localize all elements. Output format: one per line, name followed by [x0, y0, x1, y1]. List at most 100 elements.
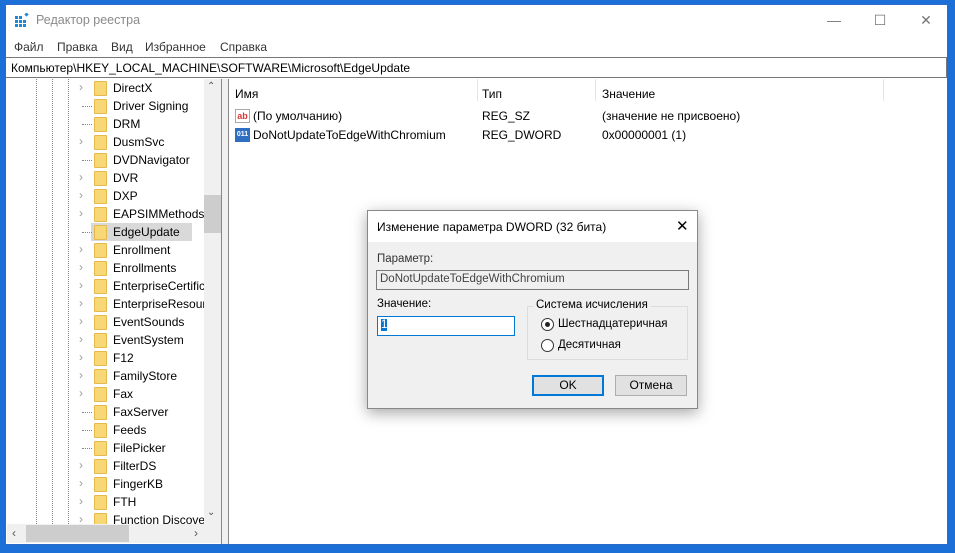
- folder-icon: [94, 99, 107, 114]
- tree-item[interactable]: › Fax: [7, 385, 207, 403]
- expand-chevron-icon[interactable]: ›: [79, 332, 83, 346]
- tree-item[interactable]: › Enrollments: [7, 259, 207, 277]
- tree-item[interactable]: FaxServer: [7, 403, 207, 421]
- expand-chevron-icon[interactable]: ›: [79, 296, 83, 310]
- decimal-radio[interactable]: [541, 339, 554, 352]
- tree-item-label: Feeds: [113, 423, 147, 437]
- tree-item[interactable]: › FingerKB: [7, 475, 207, 493]
- hscroll-thumb[interactable]: [26, 525, 129, 542]
- tree-item[interactable]: › FamilyStore: [7, 367, 207, 385]
- title-bar: Редактор реестра — ☐ ✕: [6, 5, 947, 35]
- tree-item-label: EdgeUpdate: [113, 225, 180, 239]
- expand-chevron-icon[interactable]: ›: [79, 386, 83, 400]
- minimize-button[interactable]: —: [811, 5, 857, 35]
- tree-item-label: EnterpriseCertific: [113, 279, 206, 293]
- close-button[interactable]: ✕: [903, 5, 949, 35]
- tree-item-label: DXP: [113, 189, 138, 203]
- tree-item[interactable]: › EAPSIMMethods: [7, 205, 207, 223]
- column-header-name[interactable]: Имя: [235, 87, 258, 101]
- tree-item-label: DVR: [113, 171, 139, 185]
- value-name: DoNotUpdateToEdgeWithChromium: [253, 128, 446, 142]
- tree-item[interactable]: Driver Signing: [7, 97, 207, 115]
- folder-icon: [94, 477, 107, 492]
- expand-chevron-icon[interactable]: ›: [79, 350, 83, 364]
- scroll-thumb[interactable]: [204, 195, 221, 233]
- tree-item[interactable]: DVDNavigator: [7, 151, 207, 169]
- tree-item[interactable]: › EnterpriseResourc: [7, 295, 212, 313]
- hex-radio-label[interactable]: Шестнадцатеричная: [558, 318, 667, 330]
- expand-chevron-icon[interactable]: ›: [79, 278, 83, 292]
- tree-item[interactable]: › DirectX: [7, 79, 207, 97]
- value-label: Значение:: [377, 298, 432, 310]
- tree-item-label: DirectX: [113, 81, 153, 95]
- folder-icon: [94, 117, 107, 132]
- parameter-name-field: DoNotUpdateToEdgeWithChromium: [376, 270, 689, 290]
- value-row[interactable]: ab (По умолчанию) REG_SZ (значение не пр…: [229, 107, 929, 126]
- tree-item[interactable]: › DXP: [7, 187, 207, 205]
- expand-chevron-icon[interactable]: ›: [79, 476, 83, 490]
- scroll-right-arrow-icon[interactable]: ›: [194, 526, 198, 540]
- ok-button[interactable]: OK: [532, 375, 604, 396]
- value-input[interactable]: 1: [377, 316, 515, 336]
- tree-item[interactable]: Feeds: [7, 421, 207, 439]
- value-type: REG_SZ: [482, 109, 531, 123]
- tree-item[interactable]: › EventSystem: [7, 331, 207, 349]
- tree-item-label: EnterpriseResourc: [113, 297, 213, 311]
- tree-item[interactable]: › Enrollment: [7, 241, 207, 259]
- folder-icon: [94, 495, 107, 510]
- tree-horizontal-scrollbar[interactable]: ‹ ›: [7, 524, 221, 543]
- expand-chevron-icon[interactable]: ›: [79, 134, 83, 148]
- dialog-close-icon[interactable]: ✕: [676, 217, 689, 235]
- value-name: (По умолчанию): [253, 109, 343, 123]
- tree-item[interactable]: FilePicker: [7, 439, 207, 457]
- expand-chevron-icon[interactable]: ›: [79, 80, 83, 94]
- tree-item-label: DVDNavigator: [113, 153, 190, 167]
- scroll-left-arrow-icon[interactable]: ‹: [12, 526, 16, 540]
- tree-item-label: FilePicker: [113, 441, 166, 455]
- folder-icon: [94, 243, 107, 258]
- expand-chevron-icon[interactable]: ›: [79, 206, 83, 220]
- tree-item[interactable]: DRM: [7, 115, 207, 133]
- menu-edit[interactable]: Правка: [57, 40, 98, 54]
- scroll-down-arrow-icon[interactable]: ⌄: [207, 507, 215, 518]
- column-header-type[interactable]: Тип: [482, 87, 502, 101]
- folder-icon: [94, 81, 107, 96]
- tree-item[interactable]: › F12: [7, 349, 207, 367]
- tree-item[interactable]: › DusmSvc: [7, 133, 207, 151]
- decimal-radio-label[interactable]: Десятичная: [558, 339, 621, 351]
- expand-chevron-icon[interactable]: ›: [79, 170, 83, 184]
- tree-item-label: Driver Signing: [113, 99, 189, 113]
- window-title: Редактор реестра: [36, 13, 141, 27]
- column-header-value[interactable]: Значение: [602, 87, 655, 101]
- hex-radio[interactable]: [541, 318, 554, 331]
- scroll-up-arrow-icon[interactable]: ⌃: [207, 81, 215, 92]
- dialog-title: Изменение параметра DWORD (32 бита): [377, 220, 607, 234]
- expand-chevron-icon[interactable]: ›: [79, 242, 83, 256]
- tree-item[interactable]: › DVR: [7, 169, 207, 187]
- expand-chevron-icon[interactable]: ›: [79, 494, 83, 508]
- menu-favorites[interactable]: Избранное: [145, 40, 206, 54]
- expand-chevron-icon[interactable]: ›: [79, 458, 83, 472]
- tree-item[interactable]: › EventSounds: [7, 313, 207, 331]
- expand-chevron-icon[interactable]: ›: [79, 188, 83, 202]
- folder-icon: [94, 369, 107, 384]
- value-row[interactable]: 011 DoNotUpdateToEdgeWithChromium REG_DW…: [229, 126, 929, 145]
- tree-item[interactable]: › EnterpriseCertific: [7, 277, 207, 295]
- cancel-button[interactable]: Отмена: [615, 375, 687, 396]
- tree-item-label: FilterDS: [113, 459, 157, 473]
- expand-chevron-icon[interactable]: ›: [79, 314, 83, 328]
- menu-bar: Файл Правка Вид Избранное Справка: [6, 36, 947, 58]
- address-bar[interactable]: Компьютер\HKEY_LOCAL_MACHINE\SOFTWARE\Mi…: [6, 57, 947, 78]
- value-input-text: 1: [381, 319, 388, 331]
- tree-item[interactable]: EdgeUpdate: [7, 223, 207, 241]
- menu-file[interactable]: Файл: [14, 40, 44, 54]
- expand-chevron-icon[interactable]: ›: [79, 260, 83, 274]
- value-data: (значение не присвоено): [602, 109, 741, 123]
- menu-view[interactable]: Вид: [111, 40, 133, 54]
- menu-help[interactable]: Справка: [220, 40, 267, 54]
- maximize-button[interactable]: ☐: [857, 5, 903, 35]
- expand-chevron-icon[interactable]: ›: [79, 368, 83, 382]
- tree-vertical-scrollbar[interactable]: ⌃ ⌄: [204, 79, 221, 524]
- tree-item[interactable]: › FTH: [7, 493, 207, 511]
- tree-item[interactable]: › FilterDS: [7, 457, 207, 475]
